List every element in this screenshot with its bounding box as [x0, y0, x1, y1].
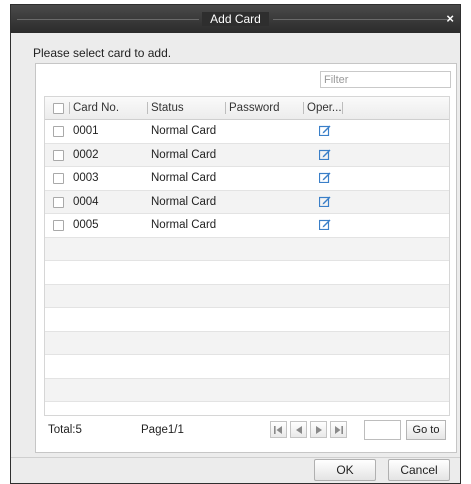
go-to-button[interactable]: Go to [406, 420, 446, 440]
row-checkbox[interactable] [53, 173, 64, 184]
row-checkbox[interactable] [53, 196, 64, 208]
status-cell: Normal Card [151, 195, 217, 208]
column-status[interactable]: Status [151, 102, 184, 114]
column-password[interactable]: Password [229, 102, 280, 114]
dialog-title: Add Card [202, 12, 269, 26]
empty-row [45, 355, 449, 379]
column-separator [342, 102, 343, 114]
empty-row [45, 284, 449, 308]
column-separator [69, 102, 70, 114]
card-table: Card No. Status Password Oper... 0001 No… [44, 96, 450, 416]
filter-input[interactable] [320, 71, 451, 88]
total-count: Total:5 [48, 424, 82, 436]
edit-icon[interactable] [319, 196, 331, 207]
add-card-dialog: Add Card × Please select card to add. Ca… [10, 4, 461, 484]
column-separator [225, 102, 226, 114]
column-card-no[interactable]: Card No. [73, 102, 119, 114]
row-checkbox[interactable] [53, 126, 64, 137]
select-all-checkbox[interactable] [53, 103, 64, 114]
status-cell: Normal Card [151, 148, 217, 161]
table-header: Card No. Status Password Oper... [45, 97, 449, 120]
first-page-button[interactable] [270, 421, 287, 438]
close-button[interactable]: × [446, 11, 454, 26]
empty-row [45, 331, 449, 355]
card-list-panel: Card No. Status Password Oper... 0001 No… [35, 63, 457, 453]
first-page-icon [274, 425, 282, 434]
table-row[interactable]: 0003 Normal Card [45, 167, 449, 191]
empty-row [45, 308, 449, 332]
cancel-button[interactable]: Cancel [388, 459, 450, 481]
column-separator [303, 102, 304, 114]
empty-row [45, 261, 449, 285]
edit-icon[interactable] [319, 125, 331, 136]
select-prompt: Please select card to add. [33, 46, 172, 60]
last-page-icon [335, 425, 343, 434]
column-separator [147, 102, 148, 114]
page-indicator: Page1/1 [141, 424, 184, 436]
status-cell: Normal Card [151, 219, 217, 231]
card-no-cell: 0002 [73, 148, 99, 161]
row-checkbox[interactable] [53, 149, 64, 161]
card-no-cell: 0003 [73, 172, 99, 184]
prev-page-icon [295, 425, 302, 434]
card-no-cell: 0005 [73, 219, 99, 231]
page-number-input[interactable] [364, 420, 401, 440]
column-operation[interactable]: Oper... [307, 102, 342, 114]
row-checkbox[interactable] [53, 220, 64, 231]
next-page-button[interactable] [310, 421, 327, 438]
pagination-bar: Total:5 Page1/1 Go to [44, 416, 450, 444]
ok-button[interactable]: OK [314, 459, 376, 481]
edit-icon[interactable] [319, 172, 331, 183]
table-row[interactable]: 0005 Normal Card [45, 214, 449, 238]
last-page-button[interactable] [330, 421, 347, 438]
table-row[interactable]: 0002 Normal Card [45, 143, 449, 167]
status-cell: Normal Card [151, 172, 217, 184]
card-no-cell: 0004 [73, 195, 99, 208]
status-cell: Normal Card [151, 125, 217, 137]
empty-row [45, 237, 449, 261]
edit-icon[interactable] [319, 219, 331, 230]
title-bar[interactable]: Add Card × [11, 5, 460, 33]
prev-page-button[interactable] [290, 421, 307, 438]
table-row[interactable]: 0004 Normal Card [45, 190, 449, 214]
next-page-icon [315, 425, 322, 434]
button-bar-divider [11, 457, 460, 458]
edit-icon[interactable] [319, 149, 331, 160]
card-no-cell: 0001 [73, 125, 99, 137]
empty-row [45, 378, 449, 402]
table-row[interactable]: 0001 Normal Card [45, 120, 449, 144]
